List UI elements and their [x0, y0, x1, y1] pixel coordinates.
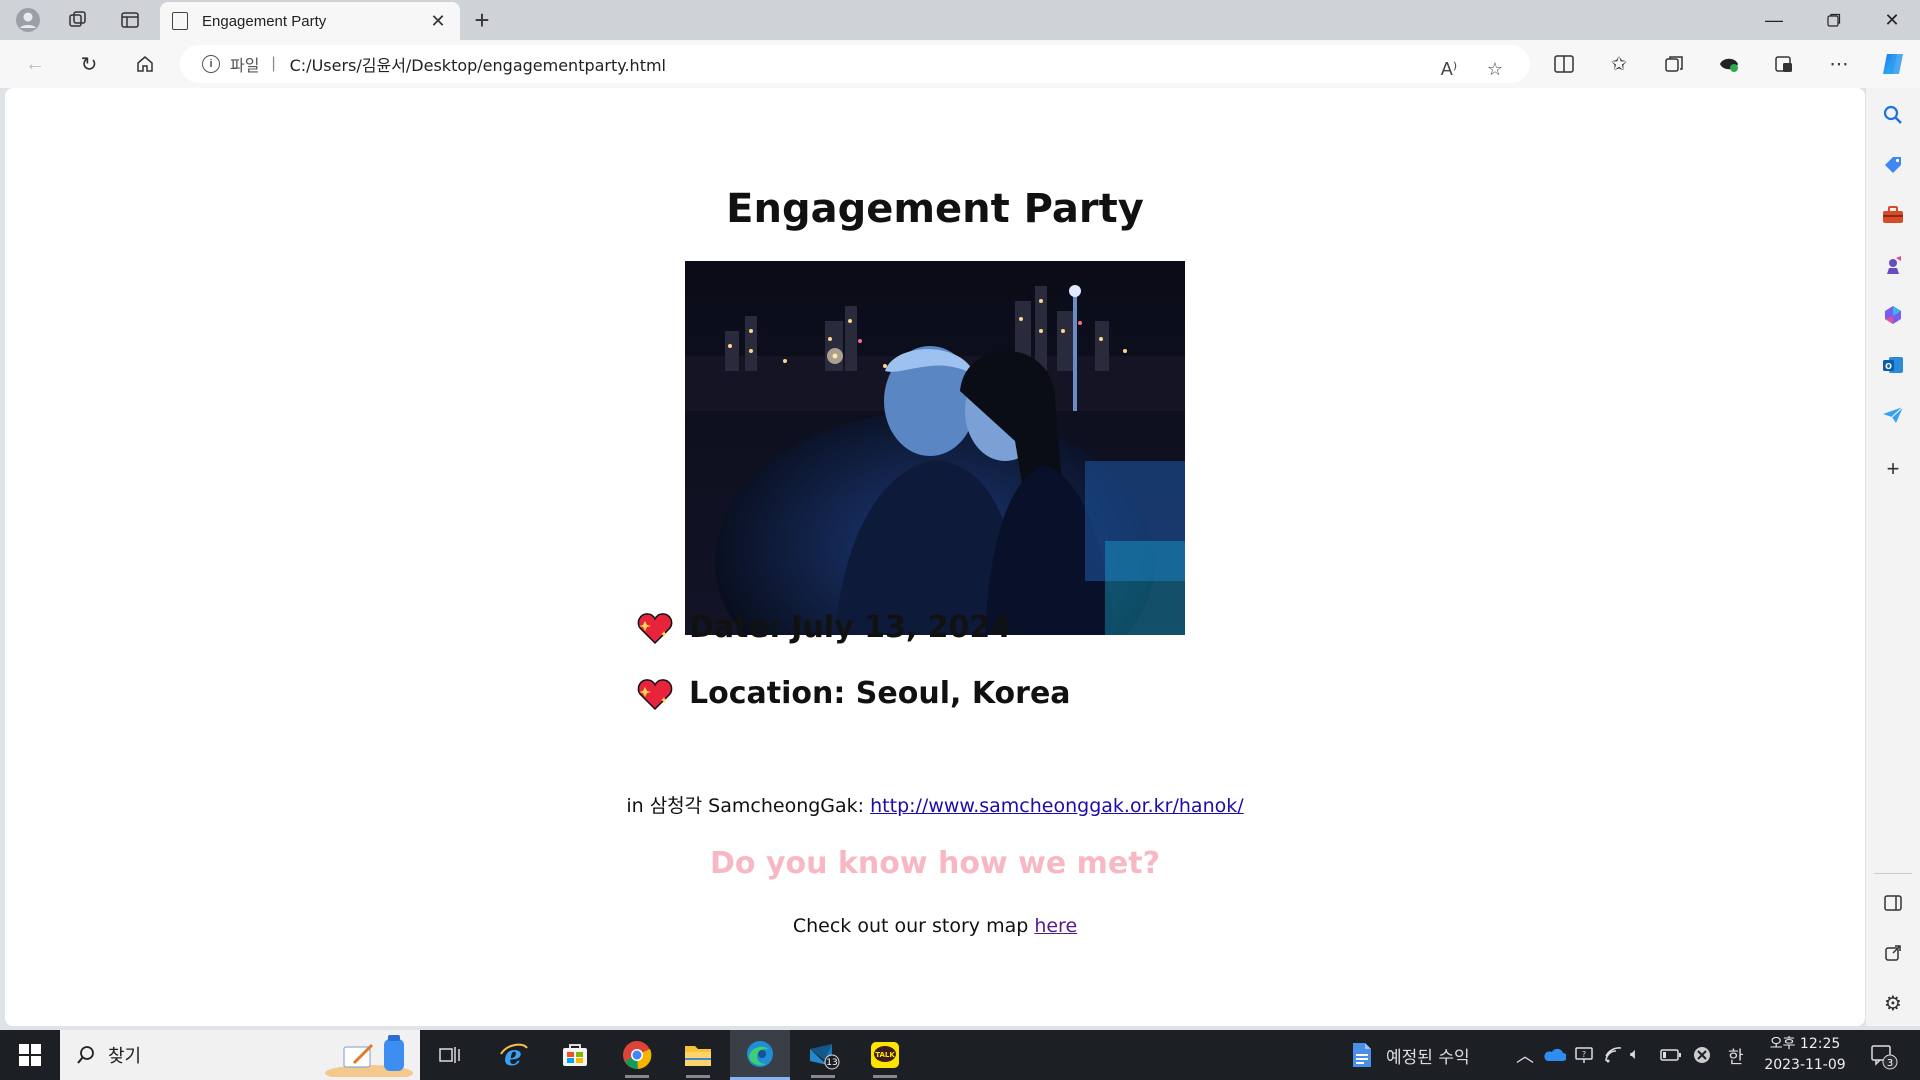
- minimize-icon[interactable]: —: [1746, 0, 1802, 40]
- svg-text:?: ?: [1582, 1050, 1586, 1059]
- back-icon[interactable]: ←: [18, 48, 52, 80]
- location-text: Location: Seoul, Korea: [689, 676, 1071, 711]
- story-question: Do you know how we met?: [710, 846, 1160, 881]
- outlook-icon[interactable]: O: [1878, 350, 1908, 380]
- close-icon[interactable]: ✕: [1864, 0, 1920, 40]
- search-icon[interactable]: [1878, 100, 1908, 130]
- windows-start-icon[interactable]: [0, 1030, 60, 1080]
- chevron-up-icon[interactable]: ︿: [1516, 1030, 1534, 1080]
- split-screen-icon[interactable]: [1547, 49, 1581, 79]
- onedrive-icon[interactable]: [1542, 1030, 1566, 1080]
- weather-text: 예정된 수익: [1386, 1047, 1470, 1068]
- vscode-badge: 13: [826, 1058, 837, 1068]
- address-bar[interactable]: i 파일 | C:/Users/김윤서/Desktop/engagementpa…: [180, 45, 1530, 83]
- sparkling-heart-icon: [637, 612, 673, 644]
- scheme-label: 파일: [230, 56, 260, 75]
- read-aloud-icon[interactable]: A⁾: [1434, 54, 1464, 84]
- search-highlight-icon: [325, 1035, 413, 1077]
- tab-title: Engagement Party: [202, 12, 327, 30]
- title-bar: Engagement Party ✕ + — ✕: [0, 0, 1920, 40]
- date-line: Date: July 13, 2024: [637, 610, 1011, 645]
- system-clock[interactable]: 오후 12:25 2023-11-09: [1760, 1034, 1850, 1076]
- ime-indicator[interactable]: 한: [1728, 1030, 1744, 1080]
- edge-icon[interactable]: [730, 1030, 790, 1080]
- shopping-icon[interactable]: [1878, 150, 1908, 180]
- page-title: Engagement Party: [726, 186, 1144, 232]
- story-line: Check out our story map here: [5, 915, 1865, 937]
- settings-icon[interactable]: ⚙: [1878, 988, 1908, 1018]
- location-line: Location: Seoul, Korea: [637, 676, 1071, 711]
- plus-icon[interactable]: +: [462, 4, 502, 36]
- network-icon[interactable]: ?: [1574, 1030, 1594, 1080]
- favorite-star-icon[interactable]: ☆: [1480, 54, 1510, 84]
- add-icon[interactable]: +: [1878, 454, 1908, 484]
- home-icon[interactable]: [128, 48, 162, 80]
- volume-icon[interactable]: 🔈︎: [1630, 1030, 1640, 1080]
- date-text: Date: July 13, 2024: [689, 610, 1012, 645]
- sidebar-divider: [1874, 873, 1912, 874]
- weather-widget[interactable]: 예정된 수익: [1350, 1030, 1470, 1080]
- profile-icon[interactable]: [8, 4, 48, 36]
- svg-text:O: O: [1885, 362, 1892, 371]
- couple-photo: [685, 261, 1185, 635]
- tab-engagement-party[interactable]: Engagement Party ✕: [160, 2, 460, 40]
- task-view-icon[interactable]: [420, 1030, 480, 1080]
- refresh-icon[interactable]: ↻: [72, 48, 106, 80]
- page-icon: [172, 12, 188, 30]
- tools-icon[interactable]: [1878, 200, 1908, 230]
- search-icon: [77, 1046, 94, 1064]
- story-map-link[interactable]: here: [1034, 915, 1077, 937]
- drop-icon[interactable]: [1878, 400, 1908, 430]
- file-explorer-icon[interactable]: [668, 1030, 728, 1080]
- search-placeholder: 찾기: [108, 1046, 142, 1067]
- copilot-icon[interactable]: [1876, 49, 1910, 79]
- story-prefix: Check out our story map: [792, 915, 1035, 937]
- workspaces-icon[interactable]: [58, 4, 98, 36]
- browser-essentials-icon[interactable]: [1767, 49, 1801, 79]
- separator: |: [271, 55, 276, 72]
- m365-icon[interactable]: [1878, 300, 1908, 330]
- internet-explorer-icon[interactable]: e: [483, 1030, 543, 1080]
- page-viewport: Engagement Party Date: July 13, 2024 Loc…: [5, 88, 1865, 1026]
- notification-center-icon[interactable]: 3: [1868, 1030, 1898, 1080]
- microsoft-store-icon[interactable]: [545, 1030, 605, 1080]
- extension-icon[interactable]: [1712, 49, 1746, 79]
- favorites-icon[interactable]: ✩: [1602, 49, 1636, 79]
- battery-icon[interactable]: [1660, 1030, 1682, 1080]
- wifi-icon[interactable]: [1604, 1030, 1624, 1080]
- info-icon[interactable]: i: [202, 55, 220, 73]
- close-icon[interactable]: ✕: [428, 11, 448, 32]
- external-icon[interactable]: [1878, 938, 1908, 968]
- venue-prefix: in 삼청각 SamcheongGak:: [626, 795, 871, 817]
- browser-toolbar: ← ↻ i 파일 | C:/Users/김윤서/Desktop/engageme…: [0, 40, 1920, 88]
- engagement-page: Engagement Party Date: July 13, 2024 Loc…: [5, 88, 1865, 1026]
- kakaotalk-icon[interactable]: TALK: [855, 1030, 915, 1080]
- venue-line: in 삼청각 SamcheongGak: http://www.samcheon…: [5, 791, 1865, 818]
- collections-icon[interactable]: [1657, 49, 1691, 79]
- restore-icon[interactable]: [1806, 0, 1862, 40]
- sidebar-toggle-icon[interactable]: [1878, 888, 1908, 918]
- clock-time: 오후 12:25: [1769, 1036, 1841, 1052]
- kakao-label: TALK: [875, 1051, 895, 1059]
- blocked-icon[interactable]: [1692, 1030, 1712, 1080]
- vscode-icon[interactable]: 13: [793, 1030, 853, 1080]
- url-text[interactable]: C:/Users/김윤서/Desktop/engagementparty.htm…: [290, 52, 666, 76]
- tab-actions-icon[interactable]: [110, 4, 150, 36]
- taskbar-search[interactable]: 찾기: [60, 1030, 420, 1080]
- more-icon[interactable]: ⋯: [1822, 49, 1856, 79]
- document-icon: [1353, 1043, 1371, 1067]
- venue-link[interactable]: http://www.samcheonggak.or.kr/hanok/: [870, 795, 1244, 817]
- notification-count: 3: [1887, 1058, 1893, 1069]
- sparkling-heart-icon: [637, 678, 673, 710]
- windows-taskbar: 찾기 e 13 TALK 예정된 수익 ︿ ? 🔈︎ 한 오후 12:25 20…: [0, 1030, 1920, 1080]
- edge-sidebar: O + ⚙: [1866, 88, 1920, 1026]
- games-icon[interactable]: [1878, 250, 1908, 280]
- clock-date: 2023-11-09: [1764, 1057, 1846, 1073]
- chrome-icon[interactable]: [607, 1030, 667, 1080]
